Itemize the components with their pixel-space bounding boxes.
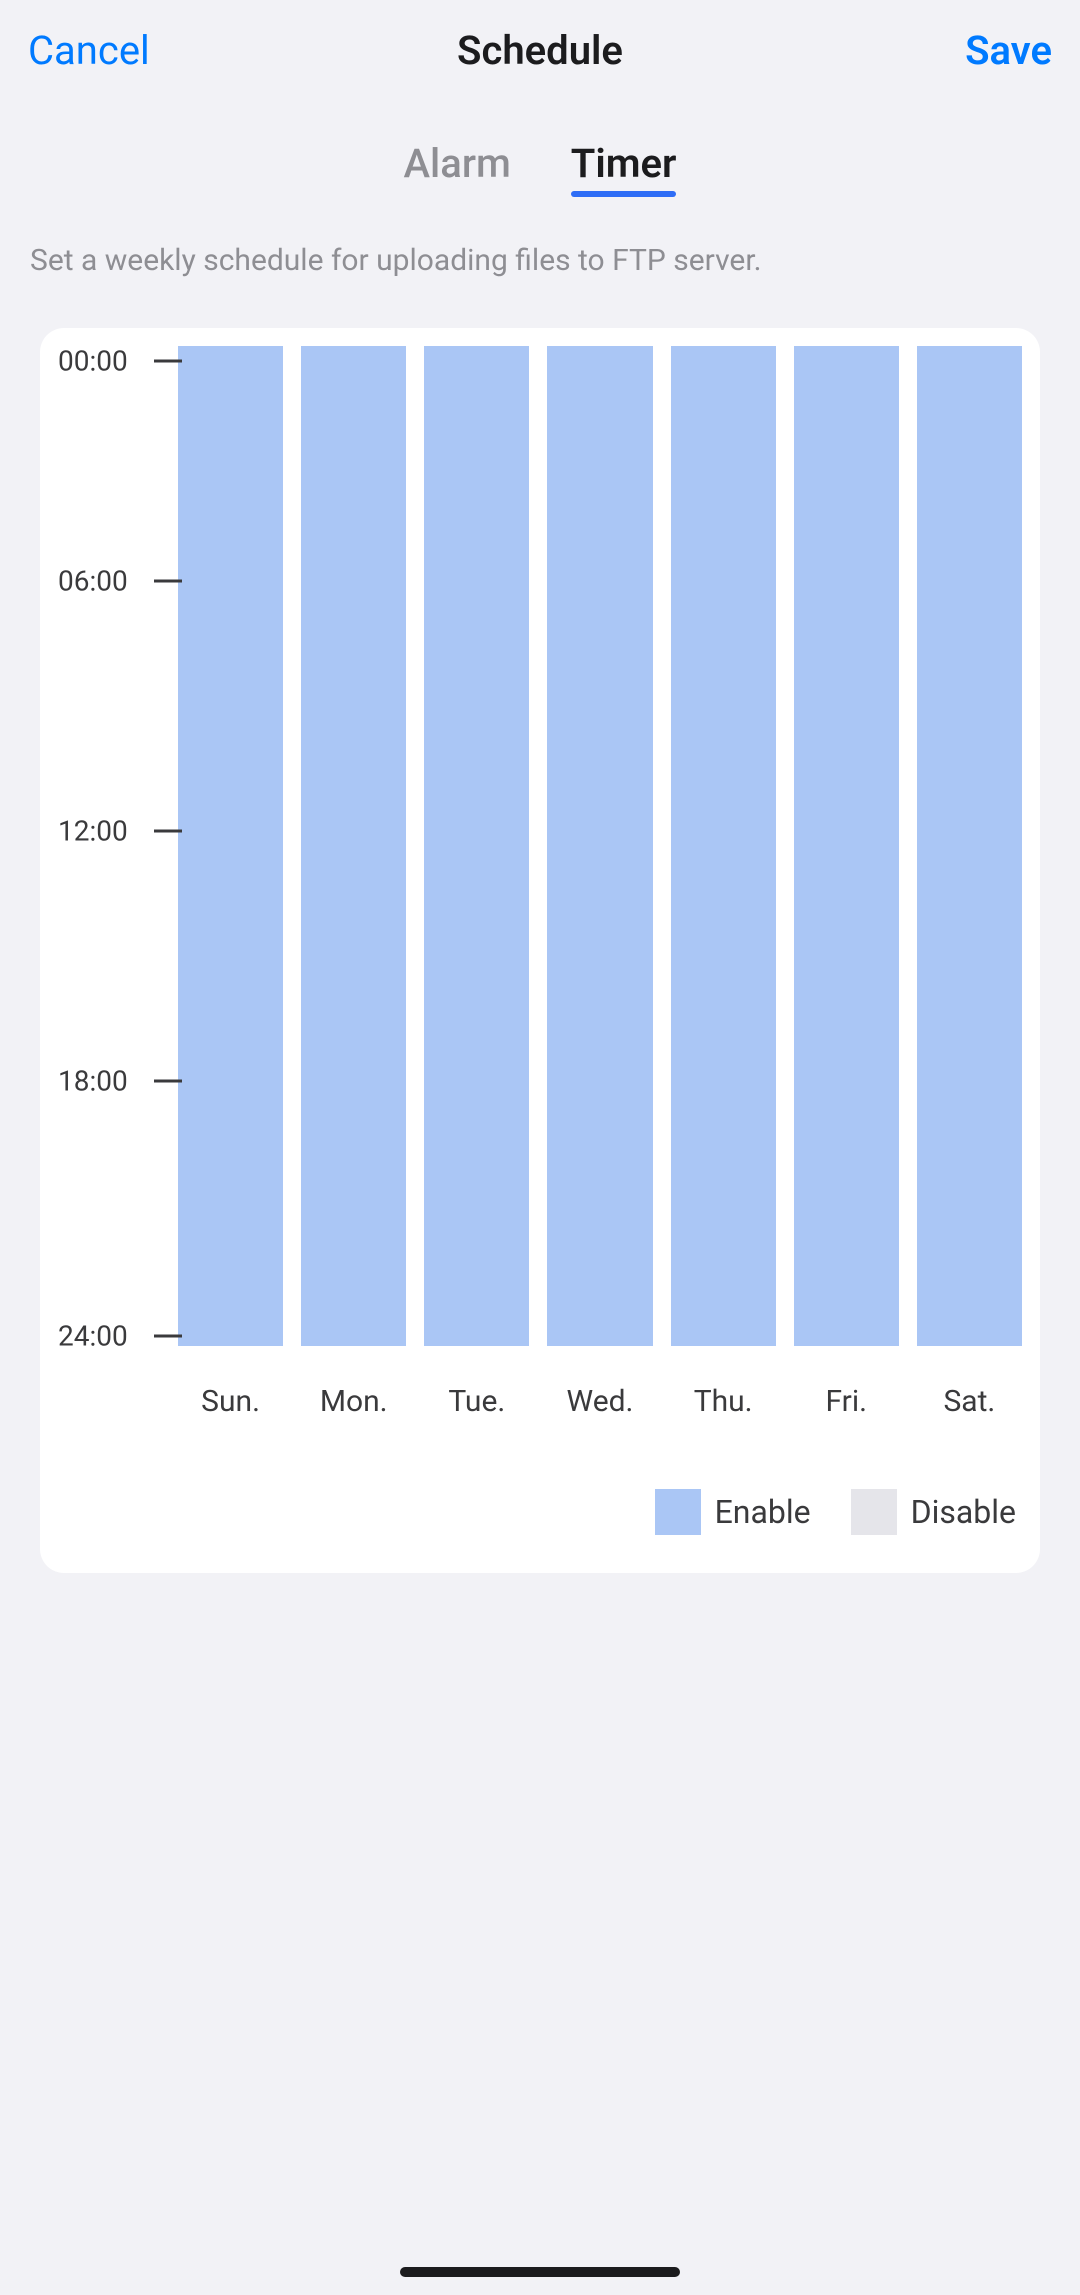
day-axis: Sun. Mon. Tue. Wed. Thu. Fri. Sat. [178,1384,1022,1419]
schedule-columns [178,346,1022,1346]
save-button[interactable]: Save [965,27,1052,74]
legend-enable-label: Enable [715,1493,811,1531]
legend-disable: Disable [851,1489,1016,1535]
schedule-col-wed[interactable] [547,346,652,1346]
tick-mark [154,360,182,363]
schedule-col-sun[interactable] [178,346,283,1346]
schedule-card: 00:00 06:00 12:00 18:00 24:00 [40,328,1040,1573]
page-title: Schedule [457,27,623,74]
schedule-col-mon[interactable] [301,346,406,1346]
legend-enable: Enable [655,1489,811,1535]
time-tick: 06:00 [58,565,182,598]
time-tick: 24:00 [58,1320,182,1353]
time-tick: 00:00 [58,345,182,378]
disable-swatch-icon [851,1489,897,1535]
time-label: 18:00 [58,1065,140,1098]
time-label: 06:00 [58,565,140,598]
page-description: Set a weekly schedule for uploading file… [0,243,1080,278]
day-label: Wed. [547,1384,652,1419]
legend-disable-label: Disable [911,1493,1016,1531]
legend: Enable Disable [58,1489,1022,1535]
day-label: Mon. [301,1384,406,1419]
day-label: Fri. [794,1384,899,1419]
time-label: 12:00 [58,815,140,848]
tab-bar: Alarm Timer [0,140,1080,197]
tab-timer[interactable]: Timer [571,140,677,197]
time-axis: 00:00 06:00 12:00 18:00 24:00 [58,346,178,1346]
enable-swatch-icon [655,1489,701,1535]
tick-mark [154,1335,182,1338]
home-indicator[interactable] [400,2267,680,2277]
day-label: Sun. [178,1384,283,1419]
tick-mark [154,580,182,583]
schedule-col-thu[interactable] [671,346,776,1346]
time-tick: 12:00 [58,815,182,848]
schedule-col-sat[interactable] [917,346,1022,1346]
schedule-col-fri[interactable] [794,346,899,1346]
schedule-col-tue[interactable] [424,346,529,1346]
tick-mark [154,1080,182,1083]
schedule-chart: 00:00 06:00 12:00 18:00 24:00 [58,346,1022,1346]
time-label: 24:00 [58,1320,140,1353]
tick-mark [154,830,182,833]
cancel-button[interactable]: Cancel [28,27,150,74]
time-tick: 18:00 [58,1065,182,1098]
day-label: Tue. [424,1384,529,1419]
nav-header: Cancel Schedule Save [0,0,1080,100]
time-label: 00:00 [58,345,140,378]
tab-alarm[interactable]: Alarm [404,140,511,197]
day-label: Sat. [917,1384,1022,1419]
day-label: Thu. [671,1384,776,1419]
